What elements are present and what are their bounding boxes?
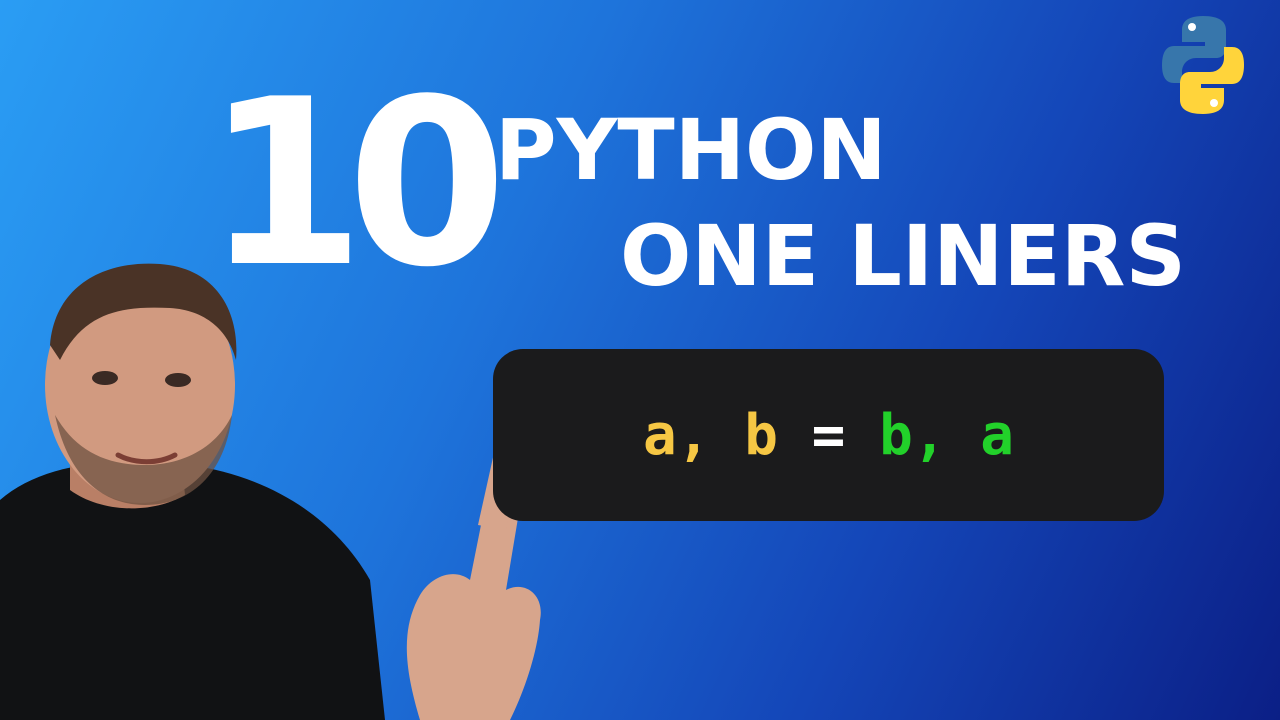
code-snippet-box: a, b = b, a <box>493 349 1164 521</box>
code-token-a-swapped: a <box>946 402 1014 468</box>
code-snippet: a, b = b, a <box>643 403 1014 468</box>
code-token-b-swapped: b, <box>879 402 947 468</box>
video-thumbnail: 10 PYTHON ONE LINERS a, b = b, a <box>0 0 1280 720</box>
code-token-b: b <box>710 402 778 468</box>
python-logo-icon <box>1162 16 1244 114</box>
code-token-a: a, <box>643 402 711 468</box>
title-line-1: PYTHON <box>495 101 887 199</box>
presenter-photo <box>0 263 541 720</box>
episode-number: 10 <box>205 51 507 318</box>
title-line-2: ONE LINERS <box>620 207 1186 305</box>
code-token-equals: = <box>777 402 880 468</box>
